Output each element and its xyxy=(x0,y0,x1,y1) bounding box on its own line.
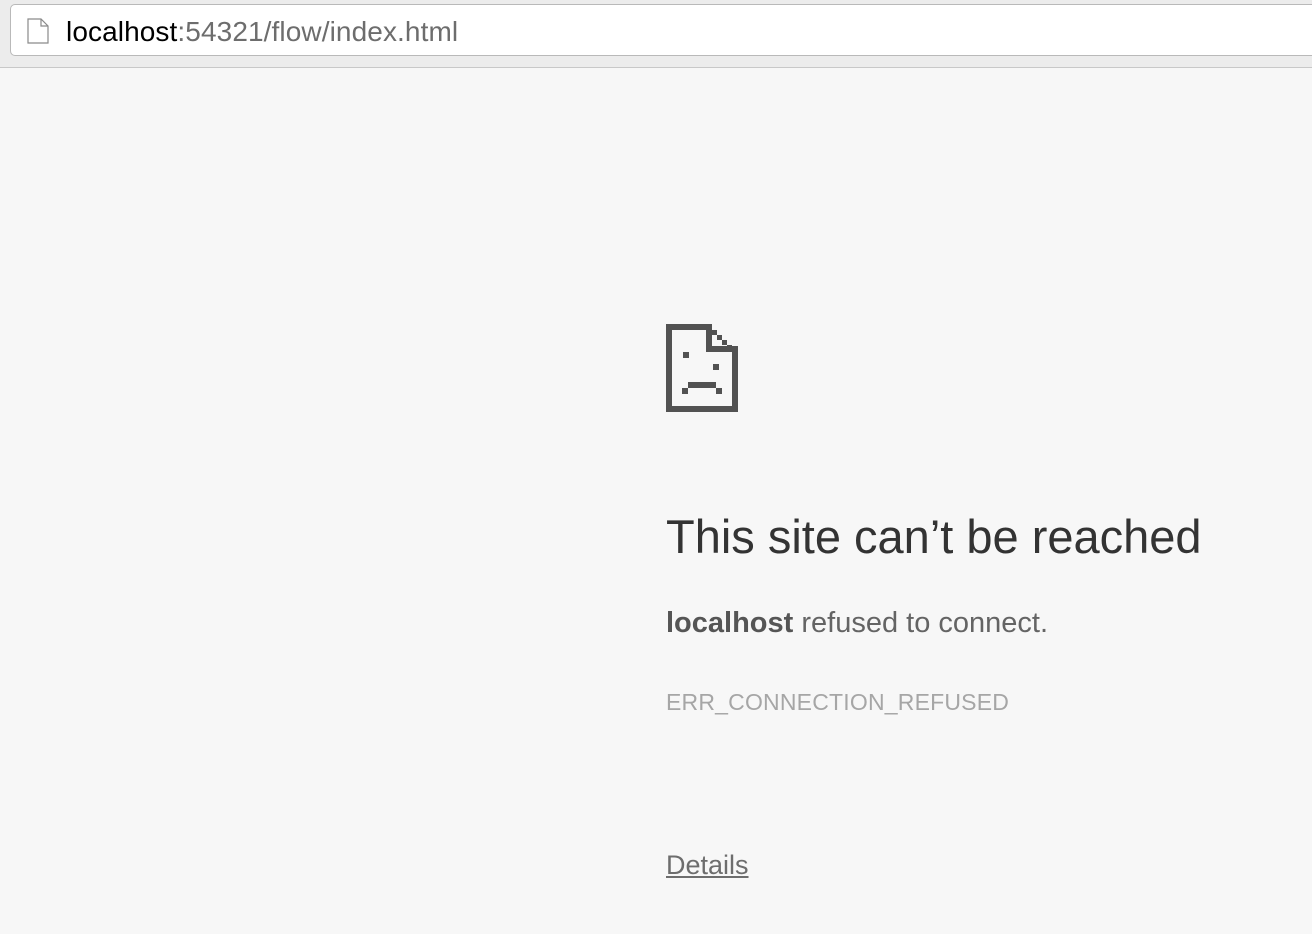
error-title: This site can’t be reached xyxy=(666,510,1202,563)
sad-face-document-icon xyxy=(666,324,738,412)
url-path: :54321/flow/index.html xyxy=(177,16,459,47)
error-message: localhost refused to connect. xyxy=(666,605,1048,641)
details-button[interactable]: Details xyxy=(666,848,749,882)
url-host: localhost xyxy=(66,16,178,47)
error-message-text: refused to connect. xyxy=(793,607,1049,639)
error-host: localhost xyxy=(666,607,794,639)
url-text[interactable]: localhost:54321/flow/index.html xyxy=(66,16,458,48)
address-bar[interactable]: localhost:54321/flow/index.html xyxy=(10,4,1312,56)
error-code: ERR_CONNECTION_REFUSED xyxy=(666,689,1010,715)
browser-toolbar: localhost:54321/flow/index.html xyxy=(0,0,1312,68)
page-icon xyxy=(27,18,49,44)
